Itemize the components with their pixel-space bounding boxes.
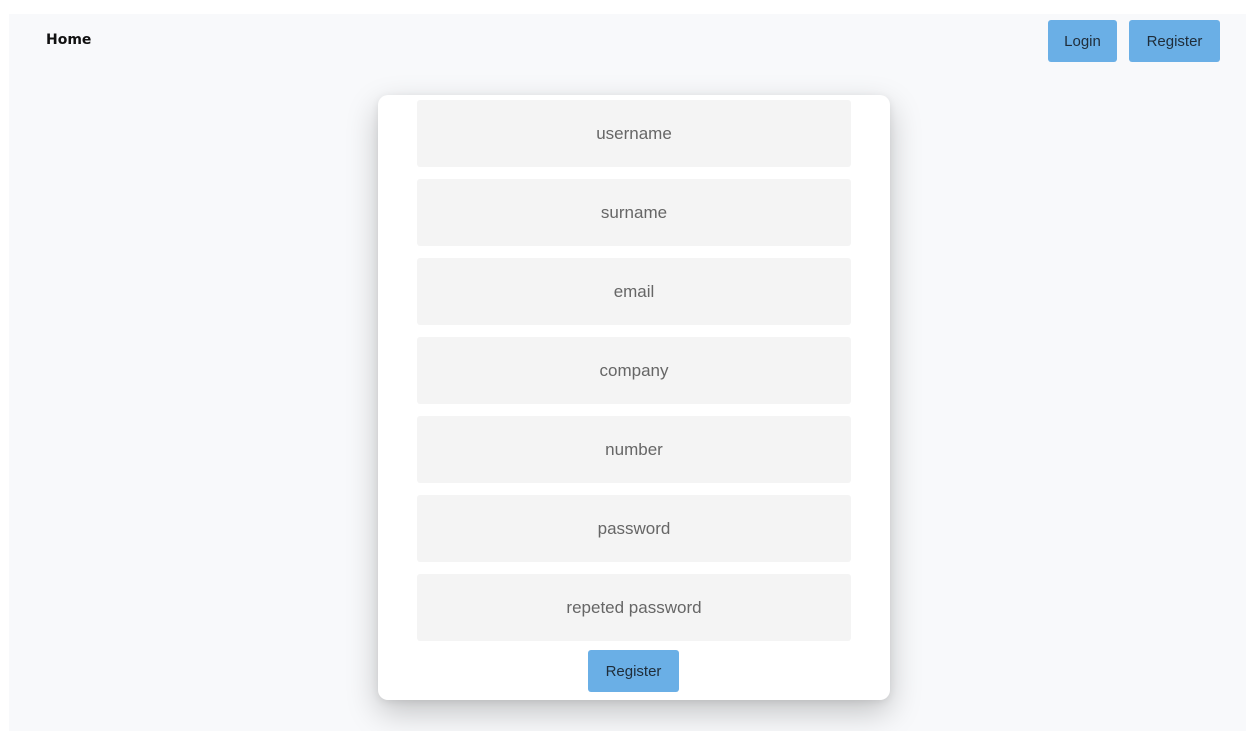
nav-home-link[interactable]: Home <box>46 32 91 48</box>
form-fields <box>417 100 851 653</box>
password-input[interactable] <box>417 495 851 562</box>
company-input[interactable] <box>417 337 851 404</box>
number-input[interactable] <box>417 416 851 483</box>
nav-button-group: Login Register <box>1048 20 1220 62</box>
surname-input[interactable] <box>417 179 851 246</box>
email-input[interactable] <box>417 258 851 325</box>
login-button[interactable]: Login <box>1048 20 1117 62</box>
register-submit-button[interactable]: Register <box>588 650 679 692</box>
repeat-password-input[interactable] <box>417 574 851 641</box>
register-form-card: Register <box>378 95 890 700</box>
register-nav-button[interactable]: Register <box>1129 20 1220 62</box>
username-input[interactable] <box>417 100 851 167</box>
page-background: Home Login Register Register <box>9 14 1246 731</box>
